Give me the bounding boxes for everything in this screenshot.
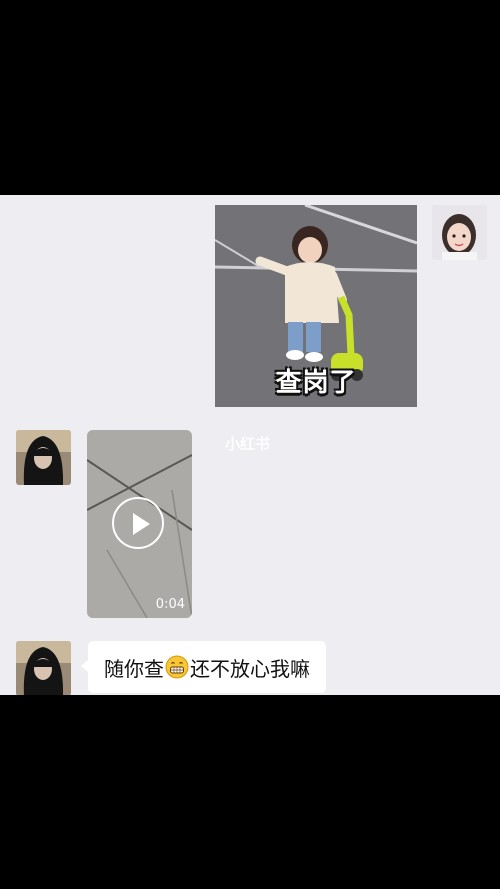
video-duration: 0:04 [155, 597, 185, 612]
play-icon[interactable] [112, 497, 164, 549]
my-avatar[interactable] [432, 205, 487, 260]
grinning-face-emoji-icon [165, 655, 189, 679]
contact-avatar[interactable] [16, 430, 71, 485]
sticker-caption: 查岗了 [275, 368, 357, 398]
video-message[interactable]: 0:04 [87, 430, 192, 618]
message-text-part-1: 随你查 [104, 656, 164, 681]
chat-area: 查岗了 0:04 小红书 随你查 还不放心我嘛 [0, 195, 500, 695]
text-message-bubble[interactable]: 随你查 还不放心我嘛 [81, 641, 326, 693]
sticker-message[interactable]: 查岗了 [215, 205, 417, 407]
message-text-part-2: 还不放心我嘛 [190, 656, 310, 681]
watermark-text: 小红书 [225, 435, 271, 453]
contact-avatar[interactable] [16, 641, 71, 695]
